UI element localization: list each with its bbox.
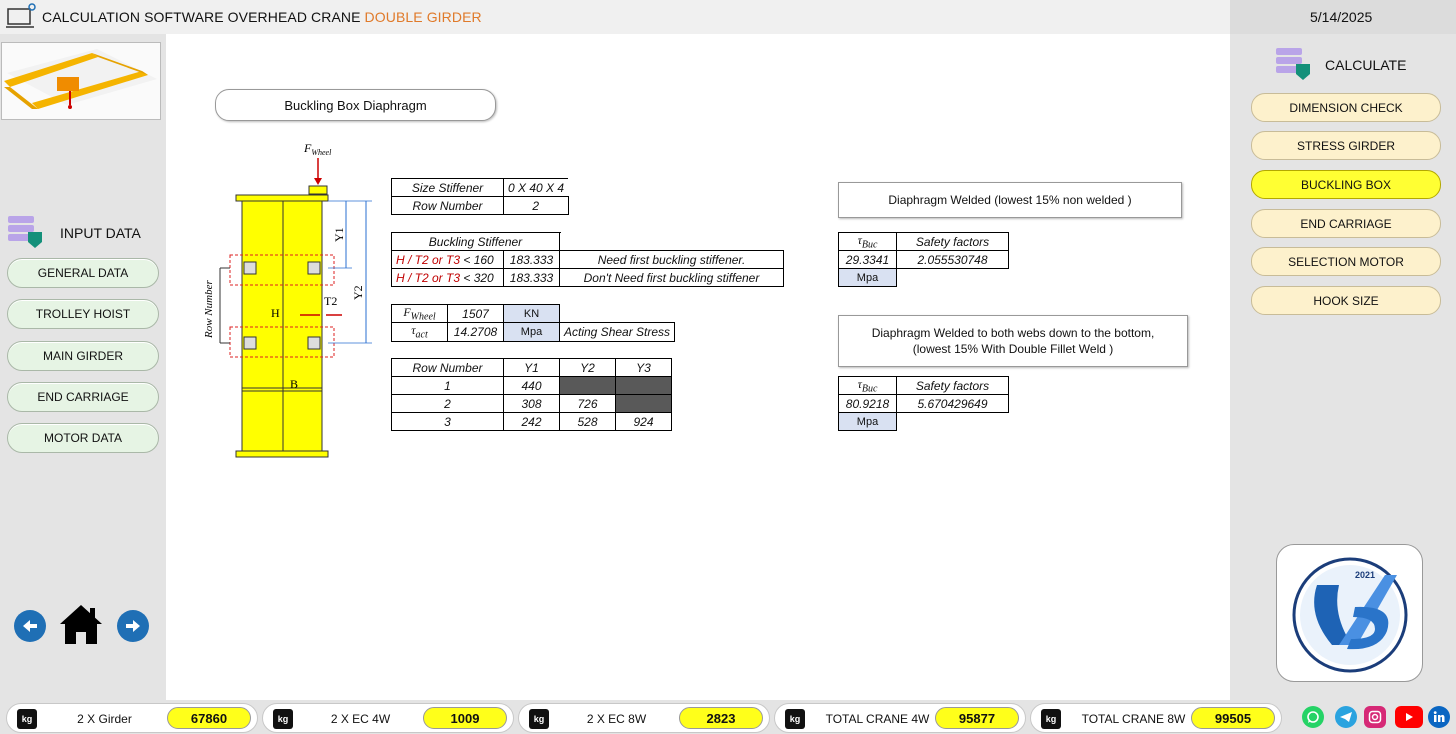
arrow-left-icon — [23, 620, 37, 632]
linkedin-icon[interactable] — [1428, 706, 1450, 728]
end-carriage-button[interactable]: END CARRIAGE — [1251, 209, 1441, 238]
svg-text:H: H — [271, 306, 280, 320]
tau-act-value: 14.2708 — [447, 322, 504, 342]
weight-icon: kg — [785, 709, 805, 729]
weight-icon: kg — [17, 709, 37, 729]
nav-main-girder[interactable]: MAIN GIRDER — [7, 341, 159, 371]
fwheel-value: 1507 — [447, 303, 504, 324]
weight-icon: kg — [1041, 709, 1061, 729]
nav-trolley-hoist[interactable]: TROLLEY HOIST — [7, 299, 159, 329]
arrow-right-icon — [126, 620, 140, 632]
welded-caption-1: Diaphragm Welded (lowest 15% non welded … — [838, 182, 1182, 218]
app-title: CALCULATION SOFTWARE OVERHEAD CRANE DOUB… — [42, 9, 482, 25]
buckling-box-button[interactable]: BUCKLING BOX — [1251, 170, 1441, 199]
forces-table: FWheel 1507 KN τact 14.2708 Mpa Acting S… — [391, 303, 676, 342]
fwheel-label: FWheel — [303, 141, 332, 157]
svg-text:Row Number: Row Number — [203, 280, 215, 339]
forward-arrow-button[interactable] — [117, 610, 149, 642]
svg-text:B: B — [290, 377, 298, 391]
nav-motor-data[interactable]: MOTOR DATA — [7, 423, 159, 453]
home-button[interactable] — [58, 602, 104, 646]
welded-table-1: τBuc Safety factors 29.3341 2.055530748 … — [838, 231, 1009, 288]
tau-buc-value-2: 80.9218 — [838, 394, 897, 414]
kpi-total-8w-weight: kg TOTAL CRANE 8W 99505 — [1030, 703, 1282, 733]
svg-text:T2: T2 — [324, 294, 337, 308]
stiffener-table: Size Stiffener 0 X 40 X 4 Row Number 2 — [391, 178, 569, 215]
welded-caption-2: Diaphragm Welded to both webs down to th… — [838, 315, 1188, 367]
page-title: Buckling Box Diaphragm — [215, 89, 496, 121]
brand-logo: 2021 — [1292, 557, 1408, 673]
stress-girder-button[interactable]: STRESS GIRDER — [1251, 131, 1441, 160]
weight-icon: kg — [273, 709, 293, 729]
kpi-girder-weight: kg 2 X Girder 67860 — [6, 703, 258, 733]
svg-text:Y2: Y2 — [351, 285, 365, 300]
crane-image — [1, 42, 161, 120]
database-icon — [1276, 48, 1310, 80]
input-data-label: INPUT DATA — [60, 225, 141, 241]
safety-factor-value-1: 2.055530748 — [896, 250, 1009, 270]
youtube-icon[interactable] — [1395, 706, 1423, 728]
nav-general-data[interactable]: GENERAL DATA — [7, 258, 159, 288]
kpi-ec4w-weight: kg 2 X EC 4W 1009 — [262, 703, 514, 733]
database-icon — [8, 216, 42, 248]
calculate-label: CALCULATE — [1325, 57, 1407, 73]
telegram-icon[interactable] — [1335, 706, 1357, 728]
row-y-table: Row Number Y1 Y2 Y3 1 440 2 308 726 3 242 528… — [391, 358, 672, 431]
selection-motor-button[interactable]: SELECTION MOTOR — [1251, 247, 1441, 276]
row-number-value: 2 — [503, 196, 569, 215]
nav-end-carriage[interactable]: END CARRIAGE — [7, 382, 159, 412]
buckling-stiffener-table: Buckling Stiffener H / T2 or T3 < 160 18… — [391, 232, 784, 287]
instagram-icon[interactable] — [1364, 706, 1386, 728]
box-girder-diagram: FWheel Y1 Y2 H T2 B Row Number — [203, 141, 372, 458]
safety-factor-value-2: 5.670429649 — [896, 394, 1009, 414]
welded-table-2: τBuc Safety factors 80.9218 5.670429649 … — [838, 375, 1009, 432]
weight-icon: kg — [529, 709, 549, 729]
dimension-check-button[interactable]: DIMENSION CHECK — [1251, 93, 1441, 122]
hook-size-button[interactable]: HOOK SIZE — [1251, 286, 1441, 315]
laptop-icon — [6, 3, 36, 28]
svg-text:Y1: Y1 — [332, 227, 346, 242]
tau-buc-value-1: 29.3341 — [838, 250, 897, 270]
kpi-ec8w-weight: kg 2 X EC 8W 2823 — [518, 703, 770, 733]
logo-box: 2021 — [1276, 544, 1423, 682]
back-arrow-button[interactable] — [14, 610, 46, 642]
whatsapp-icon[interactable] — [1302, 706, 1324, 728]
kpi-total-4w-weight: kg TOTAL CRANE 4W 95877 — [774, 703, 1026, 733]
date-display: 5/14/2025 — [1310, 9, 1373, 25]
size-stiffener-value: 0 X 40 X 4 — [503, 178, 569, 197]
svg-text:2021: 2021 — [1355, 570, 1375, 580]
